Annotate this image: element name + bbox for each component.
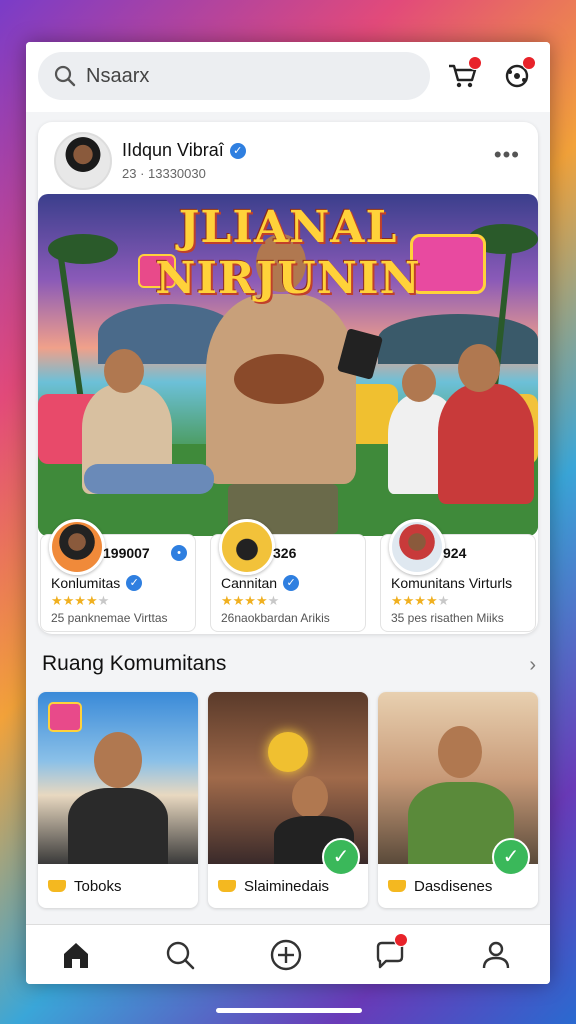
community-avatar [389,519,445,575]
community-name-text: Konlumitas [51,575,121,591]
author-name-row[interactable]: IIdqun Vibraî ✓ [122,140,246,161]
community-stat-card[interactable]: 199007 • Konlumitas ✓ ★★★★★ 25 panknemae … [40,519,196,632]
add-icon [270,939,302,971]
post-id: 23 · 13330030 [122,166,206,181]
woman-legs [84,464,214,494]
community-avatar [49,519,105,575]
banner-title: JLIANAL NIRJUNIN [155,202,421,304]
person-body [68,788,168,864]
author-avatar[interactable] [54,132,112,190]
boy-head [402,364,436,402]
community-desc: 25 panknemae Virttas [51,611,168,625]
verified-icon: ✓ [283,575,300,591]
room-card[interactable]: ✓ Dasdisenes [378,692,538,908]
room-thumbnail [38,692,198,864]
crown-icon [388,880,406,892]
post-banner-image[interactable]: JLIANAL NIRJUNIN [38,194,538,536]
profile-icon [482,941,510,969]
crown-icon [218,880,236,892]
room-label: Slaiminedais [218,878,329,895]
top-bar [26,42,550,112]
woman-head [104,349,144,393]
author-name: IIdqun Vibraî [122,140,224,160]
man-figure [438,384,534,504]
verified-icon: ✓ [126,575,143,591]
sun-icon [268,732,308,772]
search-icon [54,65,76,87]
star-rating: ★★★★★ [221,593,280,608]
community-desc: 26naokbardan Arikis [221,611,330,625]
check-icon: ✓ [492,838,530,876]
member-count: 199007 [103,545,150,561]
room-label: Dasdisenes [388,878,492,895]
person-head [292,776,328,818]
community-avatar [219,519,275,575]
section-title: Ruang Komumitans [42,652,227,675]
nav-chat[interactable] [372,933,412,973]
room-card[interactable]: Toboks [38,692,198,908]
community-name: Komunitans Virturls [391,575,513,591]
star-rating: ★★★★★ [391,593,450,608]
floating-radio [48,702,82,732]
room-label: Toboks [48,878,122,895]
community-stat-card[interactable]: 924 Komunitans Virturls ★★★★★ 35 pes ris… [380,519,536,632]
more-options-icon[interactable]: ••• [494,142,520,168]
person-head [94,732,142,788]
room-card[interactable]: ✓ Slaiminedais [208,692,368,908]
verified-icon: ✓ [229,143,246,159]
member-count: 326 [273,545,297,561]
home-icon [64,943,88,968]
guitar [234,354,324,404]
chat-badge [394,933,408,947]
settings-button[interactable] [500,56,536,92]
person-head [438,726,482,778]
nav-home[interactable] [58,937,98,973]
search-input[interactable] [84,63,408,89]
search-icon [166,941,195,970]
verified-icon: • [171,545,187,561]
community-name-text: Cannitan [221,575,278,591]
community-post-card: IIdqun Vibraî ✓ 23 · 13330030 ••• JLIANA… [38,122,538,634]
settings-badge [522,56,536,70]
member-count: 924 [443,545,467,561]
nav-search[interactable] [162,937,202,973]
star-rating: ★★★★★ [51,593,110,608]
man-head [458,344,500,392]
room-label-text: Slaiminedais [244,878,330,895]
room-label-text: Toboks [74,878,122,895]
chevron-right-icon[interactable]: › [529,654,536,677]
community-name: Cannitan ✓ [221,575,300,591]
nav-profile[interactable] [478,937,518,973]
home-indicator[interactable] [216,1008,362,1013]
search-bar[interactable] [38,52,430,100]
crown-icon [48,880,66,892]
room-label-text: Dasdisenes [414,878,493,895]
check-icon: ✓ [322,838,360,876]
cart-button[interactable] [446,56,482,92]
mountain-shape [378,314,538,364]
app-frame: IIdqun Vibraî ✓ 23 · 13330030 ••• [26,42,550,984]
community-name: Konlumitas ✓ [51,575,143,591]
community-stat-card[interactable]: 326 Cannitan ✓ ★★★★★ 26naokbardan Arikis [210,519,366,632]
nav-add[interactable] [268,937,308,973]
community-desc: 35 pes risathen Miiks [391,611,504,625]
bottom-navigation [26,924,550,984]
cart-badge [468,56,482,70]
